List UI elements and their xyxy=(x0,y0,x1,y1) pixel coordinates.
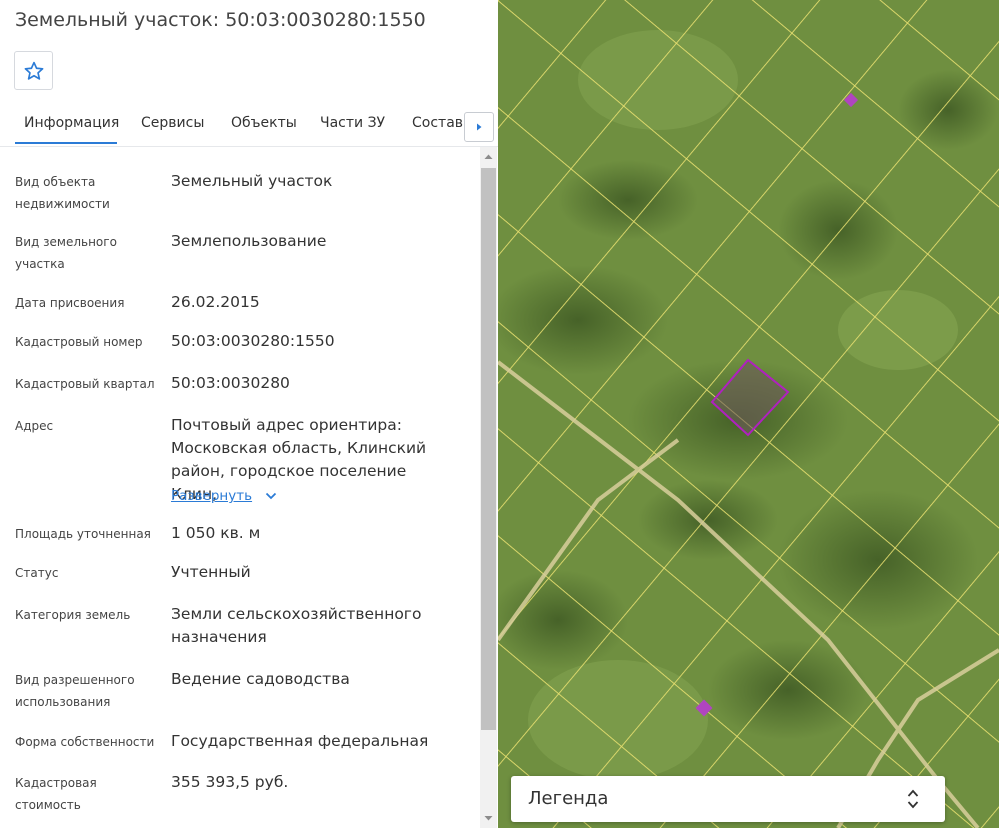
property-label: Площадь уточненная xyxy=(15,527,151,541)
tab-parts[interactable]: Части ЗУ xyxy=(320,115,385,131)
tab-services[interactable]: Сервисы xyxy=(141,115,204,131)
property-value: 1 050 кв. м xyxy=(171,524,261,542)
tabs-scroll-right-button[interactable] xyxy=(464,112,494,142)
property-value: Учтенный xyxy=(171,563,251,581)
properties-list: Вид объекта недвижимости Земельный участ… xyxy=(0,146,480,828)
scrollbar-thumb[interactable] xyxy=(481,168,496,730)
property-value: 26.02.2015 xyxy=(171,293,260,311)
expand-address-link[interactable]: Развернуть xyxy=(171,488,252,504)
satellite-map[interactable] xyxy=(498,0,999,828)
property-label: Статус xyxy=(15,566,59,580)
favorite-button[interactable] xyxy=(14,51,53,90)
property-label: Форма собственности xyxy=(15,735,155,749)
property-value: Ведение садоводства xyxy=(171,670,350,688)
tab-composition[interactable]: Состав xyxy=(412,115,463,131)
property-value: 50:03:0030280 xyxy=(171,374,290,392)
property-value: Землепользование xyxy=(171,232,327,250)
property-label: Дата присвоения xyxy=(15,296,125,310)
page-title: Земельный участок: 50:03:0030280:1550 xyxy=(15,9,426,31)
tab-info[interactable]: Информация xyxy=(24,115,119,131)
chevron-right-icon xyxy=(477,123,482,131)
property-label: Вид земельного участка xyxy=(15,235,117,271)
property-label: Адрес xyxy=(15,419,54,433)
chevron-down-icon xyxy=(265,492,277,499)
property-label: Кадастровый номер xyxy=(15,335,143,349)
property-value: 355 393,5 руб. xyxy=(171,773,289,791)
property-value: Земельный участок xyxy=(171,172,333,190)
property-label: Кадастровый квартал xyxy=(15,377,155,391)
legend-dropdown[interactable]: Легенда xyxy=(511,776,945,822)
tab-objects[interactable]: Объекты xyxy=(231,115,297,131)
property-value: Земли сельскохозяйственного назначения xyxy=(171,605,422,646)
property-label: Кадастровая стоимость xyxy=(15,776,97,812)
active-tab-indicator xyxy=(15,142,117,144)
property-label: Категория земель xyxy=(15,608,131,622)
expand-link-row: Развернуть xyxy=(171,484,461,508)
scroll-up-arrow-icon[interactable] xyxy=(480,149,497,165)
tab-bar: Информация Сервисы Объекты Части ЗУ Сост… xyxy=(0,107,498,147)
info-panel: Земельный участок: 50:03:0030280:1550 Ин… xyxy=(0,0,498,828)
property-label: Вид разрешенного использования xyxy=(15,673,135,709)
property-label: Вид объекта недвижимости xyxy=(15,175,110,211)
expand-toggle-icon xyxy=(907,789,919,809)
star-outline-icon xyxy=(24,61,43,80)
map-canvas[interactable] xyxy=(498,0,999,828)
legend-label: Легенда xyxy=(528,788,609,809)
property-value: Государственная федеральная xyxy=(171,732,429,750)
property-value: 50:03:0030280:1550 xyxy=(171,332,335,350)
scroll-down-arrow-icon[interactable] xyxy=(480,810,497,826)
